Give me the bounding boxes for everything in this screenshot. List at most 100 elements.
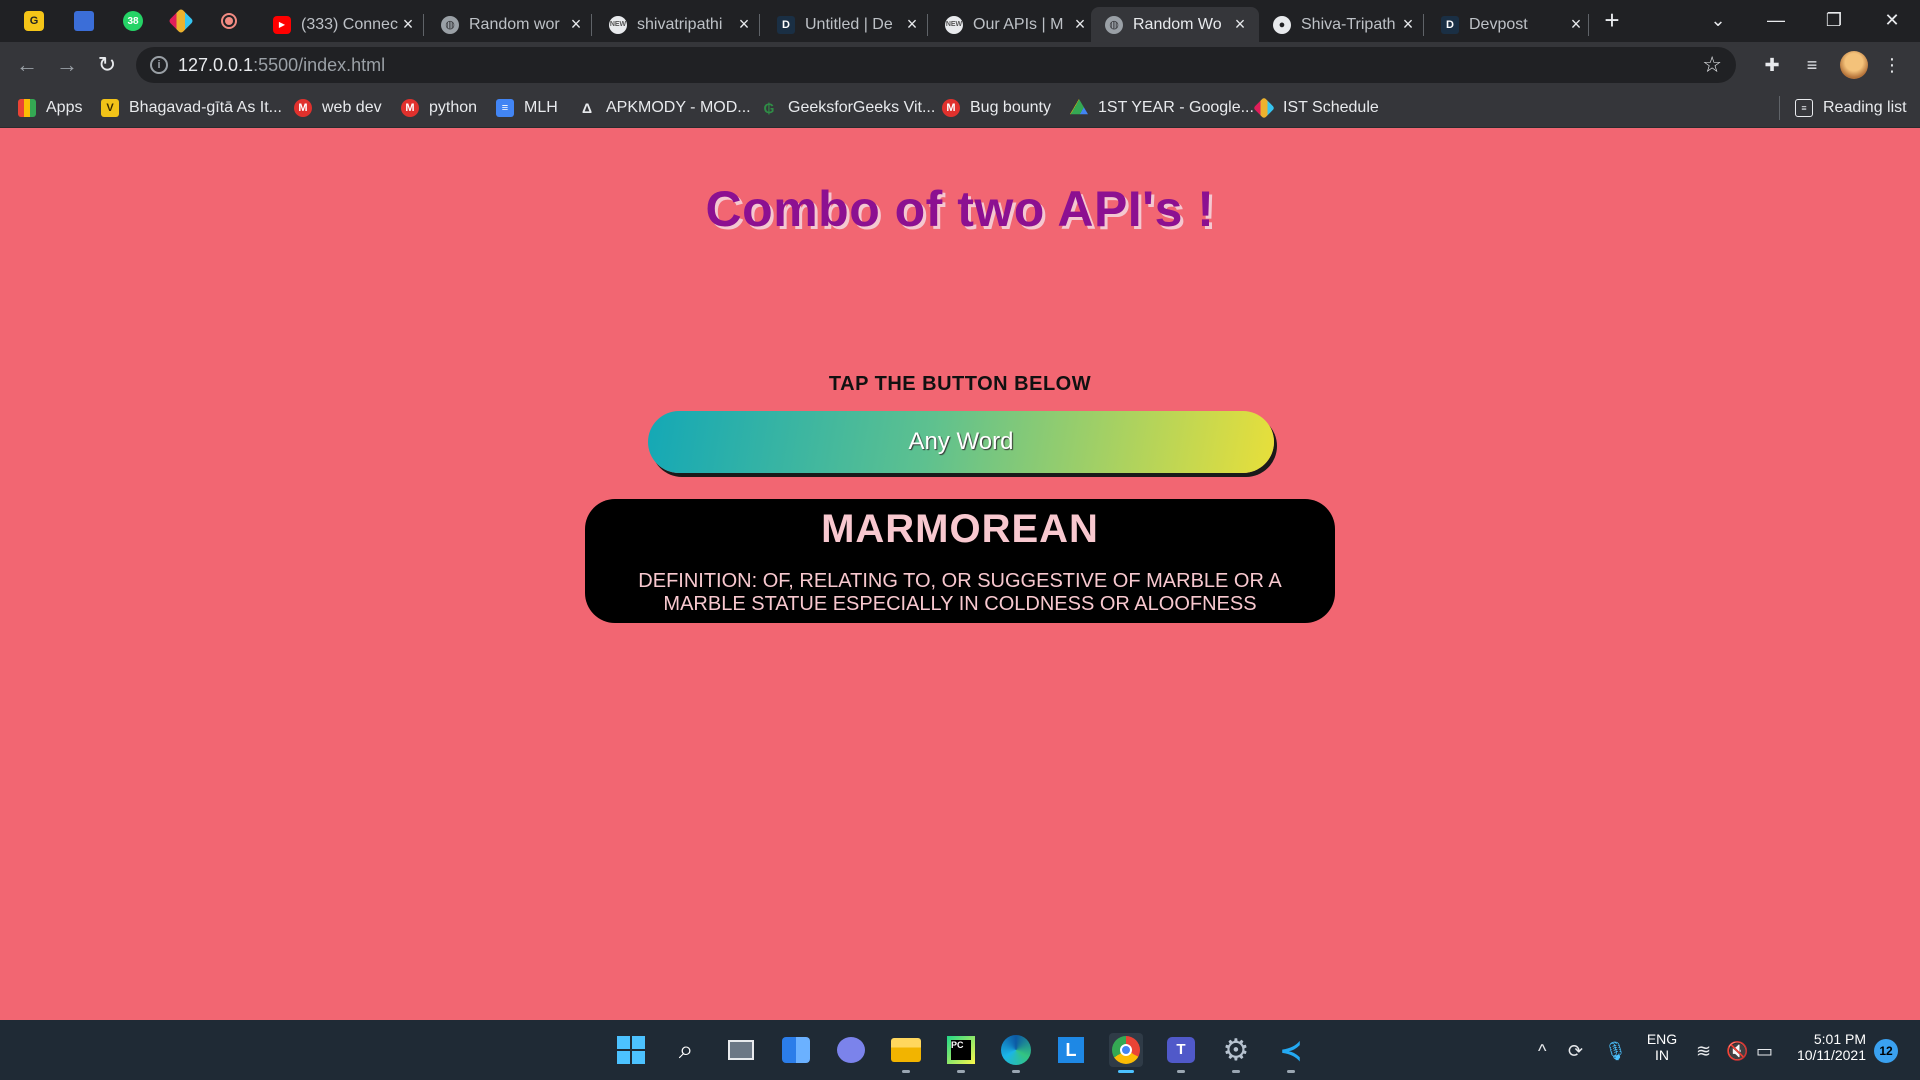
- m-icon: M: [294, 99, 312, 117]
- bookmark-bhagavad-gita[interactable]: V Bhagavad-gītā As It...: [101, 97, 282, 119]
- bookmarks-bar: Apps V Bhagavad-gītā As It... M web dev …: [0, 88, 1920, 128]
- any-word-button[interactable]: Any Word: [648, 411, 1274, 473]
- l-app-icon: L: [1058, 1037, 1084, 1063]
- reading-list-button[interactable]: ≡ Reading list: [1795, 97, 1907, 119]
- tab-shivatripathi[interactable]: NEW shivatripathi ×: [595, 7, 763, 42]
- minimize-button[interactable]: —: [1748, 0, 1804, 40]
- bookmark-mlh[interactable]: ≡ MLH: [496, 97, 558, 119]
- running-indicator: [1232, 1070, 1240, 1073]
- close-icon[interactable]: ×: [567, 14, 585, 35]
- chevron-up-icon[interactable]: ^: [1538, 1041, 1546, 1062]
- back-button[interactable]: ←: [12, 50, 42, 80]
- lens-app-button[interactable]: L: [1054, 1033, 1088, 1067]
- close-icon[interactable]: ×: [1399, 14, 1417, 35]
- tab-untitled-devpost[interactable]: D Untitled | De ×: [763, 7, 931, 42]
- address-bar[interactable]: i 127.0.0.1:5500/index.html ☆: [136, 47, 1736, 83]
- bookmark-label: GeeksforGeeks Vit...: [788, 99, 936, 116]
- definition-text: DEFINITION: OF, RELATING TO, OR SUGGESTI…: [638, 570, 1282, 615]
- youtube-icon: ▶: [273, 15, 291, 34]
- bookmark-label: python: [429, 99, 478, 116]
- close-icon[interactable]: ×: [735, 14, 753, 35]
- bookmark-python[interactable]: M python: [401, 97, 477, 119]
- bookmark-star-icon[interactable]: ☆: [1702, 52, 1722, 78]
- edge-button[interactable]: [999, 1033, 1033, 1067]
- language-indicator[interactable]: ENG IN: [1644, 1031, 1680, 1063]
- media-control-icon[interactable]: ≡: [1800, 53, 1824, 77]
- settings-button[interactable]: ⚙: [1219, 1033, 1253, 1067]
- close-icon[interactable]: ×: [1567, 14, 1585, 35]
- pinned-tab-site[interactable]: G: [22, 9, 46, 33]
- slack-icon: [1253, 97, 1275, 119]
- widgets-button[interactable]: [779, 1033, 813, 1067]
- close-icon[interactable]: ×: [399, 14, 417, 35]
- wifi-icon[interactable]: ≋: [1696, 1041, 1711, 1062]
- battery-icon[interactable]: ▭: [1756, 1041, 1773, 1062]
- microphone-icon[interactable]: 🎙: [1604, 1041, 1627, 1062]
- tab-devpost[interactable]: D Devpost ×: [1427, 7, 1595, 42]
- new-tab-button[interactable]: +: [1598, 6, 1626, 34]
- reload-button[interactable]: ↻: [92, 50, 122, 80]
- chrome-button[interactable]: [1109, 1033, 1143, 1067]
- page-content: Combo of two API's ! TAP THE BUTTON BELO…: [0, 128, 1920, 1020]
- extensions-icon[interactable]: ✚: [1760, 53, 1784, 77]
- search-button[interactable]: ⌕: [669, 1033, 703, 1067]
- close-icon[interactable]: ×: [1231, 14, 1249, 35]
- task-view-button[interactable]: [724, 1033, 758, 1067]
- v-icon: V: [101, 99, 119, 117]
- pinned-tab-calendar[interactable]: [72, 9, 96, 33]
- bookmark-label: APKMODY - MOD...: [606, 99, 751, 116]
- bookmark-apps[interactable]: Apps: [18, 97, 82, 119]
- tab-random-word[interactable]: ◍ Random wor ×: [427, 7, 595, 42]
- vscode-button[interactable]: ≺: [1274, 1033, 1308, 1067]
- pinned-tab-whatsapp[interactable]: 38: [121, 9, 145, 33]
- avatar[interactable]: [1840, 51, 1868, 79]
- info-icon[interactable]: i: [150, 56, 168, 74]
- sync-icon[interactable]: ⟳: [1568, 1041, 1583, 1062]
- bookmark-label: Apps: [46, 99, 83, 116]
- bookmark-ist-schedule[interactable]: IST Schedule: [1253, 97, 1379, 119]
- teams-button[interactable]: T: [1164, 1033, 1198, 1067]
- m-icon: M: [401, 99, 419, 117]
- close-icon[interactable]: ×: [903, 14, 921, 35]
- url-text[interactable]: 127.0.0.1:5500/index.html: [178, 55, 385, 76]
- pinned-tab-slack[interactable]: [168, 8, 194, 34]
- tab-our-apis[interactable]: NEW Our APIs | M ×: [931, 7, 1099, 42]
- tap-instruction: TAP THE BUTTON BELOW: [828, 373, 1092, 395]
- tab-search-button[interactable]: ⌄: [1690, 0, 1746, 40]
- close-icon[interactable]: ×: [1071, 14, 1089, 35]
- word-text: MARMOREAN: [821, 507, 1099, 551]
- bookmark-bug-bounty[interactable]: M Bug bounty: [942, 97, 1051, 119]
- menu-icon[interactable]: ⋮: [1880, 53, 1904, 77]
- teams-chat-button[interactable]: [834, 1033, 868, 1067]
- bookmark-geeksforgeeks[interactable]: ₲ GeeksforGeeks Vit...: [760, 97, 936, 119]
- gear-icon: ⚙: [1222, 1033, 1250, 1067]
- pycharm-icon: PC: [947, 1036, 975, 1064]
- tab-youtube[interactable]: ▶ (333) Connec ×: [259, 7, 427, 42]
- forward-button[interactable]: →: [52, 50, 82, 80]
- restore-button[interactable]: ❐: [1806, 0, 1862, 40]
- chat-icon: [837, 1037, 865, 1063]
- bookmark-web-dev[interactable]: M web dev: [294, 97, 382, 119]
- devpost-icon: D: [1441, 15, 1459, 34]
- bookmark-1st-year[interactable]: 1ST YEAR - Google...: [1070, 97, 1254, 119]
- word-card: MARMOREAN DEFINITION: OF, RELATING TO, O…: [585, 499, 1335, 623]
- bookmark-apkmody[interactable]: Δ APKMODY - MOD...: [578, 97, 751, 119]
- file-explorer-button[interactable]: [889, 1033, 923, 1067]
- notification-badge[interactable]: 12: [1874, 1039, 1898, 1063]
- bookmark-label: web dev: [322, 99, 382, 116]
- vscode-icon: ≺: [1279, 1034, 1303, 1066]
- url-path: :5500/index.html: [253, 55, 386, 75]
- teams-icon: T: [1167, 1037, 1195, 1063]
- pinned-tab-record[interactable]: [217, 9, 241, 33]
- pycharm-button[interactable]: PC: [944, 1033, 978, 1067]
- close-window-button[interactable]: ✕: [1864, 0, 1920, 40]
- bookmark-label: Bhagavad-gītā As It...: [129, 99, 282, 116]
- volume-muted-icon[interactable]: 🔇: [1726, 1041, 1748, 1062]
- clock[interactable]: 5:01 PM 10/11/2021: [1790, 1031, 1866, 1063]
- tab-title: shivatripathi: [637, 15, 723, 33]
- tab-github[interactable]: ● Shiva-Tripath ×: [1259, 7, 1427, 42]
- slack-icon: [168, 8, 194, 34]
- start-button[interactable]: [614, 1033, 648, 1067]
- m-icon: M: [942, 99, 960, 117]
- tab-random-word-active[interactable]: ◍ Random Wo ×: [1091, 7, 1259, 42]
